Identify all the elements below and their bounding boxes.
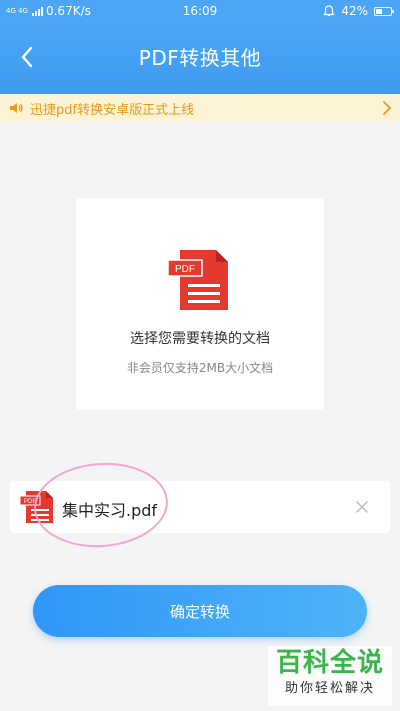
watermark-title: 百科全说 (275, 648, 384, 678)
select-subtitle: 非会员仅支持2MB大小文档 (126, 361, 274, 375)
page-title: PDF转换其他 (138, 46, 262, 70)
status-right: 42% (323, 4, 394, 18)
watermark-subtitle: 助你轻松解决 (284, 681, 375, 696)
pdf-icon-label: PDF (175, 264, 195, 275)
battery-percent: 42% (341, 4, 368, 18)
status-bar: 4G 4G 0.67K/s 16:09 42% (0, 0, 400, 22)
watermark: 百科全说 助你轻松解决 (268, 646, 392, 706)
close-icon[interactable] (352, 497, 372, 517)
notice-bar[interactable]: 迅捷pdf转换安卓版正式上线 (0, 94, 400, 122)
speaker-icon (10, 103, 23, 113)
battery-icon (374, 6, 394, 16)
highlight-annotation (31, 458, 171, 552)
notice-text: 迅捷pdf转换安卓版正式上线 (30, 102, 195, 118)
select-document-card[interactable]: PDF 选择您需要转换的文档 非会员仅支持2MB大小文档 (76, 198, 324, 410)
app-header: PDF转换其他 (0, 22, 400, 94)
chevron-right-icon (383, 101, 392, 115)
pdf-file-icon: PDF (167, 250, 228, 310)
alarm-icon (323, 5, 335, 17)
confirm-convert-button[interactable]: 确定转换 (33, 585, 367, 637)
select-title: 选择您需要转换的文档 (130, 331, 270, 347)
